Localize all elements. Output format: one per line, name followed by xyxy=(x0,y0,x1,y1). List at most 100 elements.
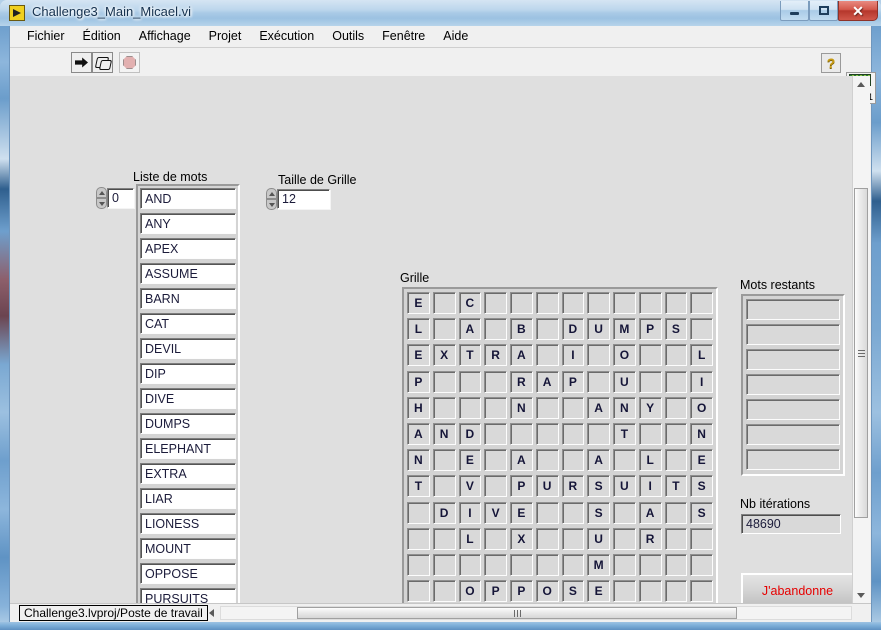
letter-grid[interactable]: ECLABDUMPSEXTRAIOLPRAPUIHNANYOANDTNNEAAL… xyxy=(402,287,718,604)
grid-cell[interactable]: S xyxy=(561,580,585,603)
grid-cell[interactable] xyxy=(535,501,559,524)
grid-cell[interactable] xyxy=(561,292,585,314)
grid-cell[interactable] xyxy=(613,580,636,603)
grid-cell[interactable] xyxy=(690,292,713,314)
grid-cell[interactable] xyxy=(510,422,533,445)
index-spinner-up[interactable] xyxy=(96,187,107,198)
index-spinner[interactable] xyxy=(96,187,107,209)
grid-cell[interactable]: A xyxy=(458,318,482,341)
grid-cell[interactable]: M xyxy=(587,553,610,576)
grid-cell[interactable] xyxy=(690,553,713,576)
grid-cell[interactable] xyxy=(664,344,688,367)
grid-cell[interactable]: R xyxy=(561,475,585,498)
grid-cell[interactable] xyxy=(432,396,456,419)
wordlist-item[interactable]: LIONESS xyxy=(140,513,236,534)
grid-cell[interactable]: A xyxy=(587,396,610,419)
grid-cell[interactable] xyxy=(638,553,662,576)
grid-cell[interactable] xyxy=(535,318,559,341)
abandon-button[interactable]: J'abandonne xyxy=(741,573,854,604)
wordlist-item[interactable]: DIP xyxy=(140,363,236,384)
grid-cell[interactable] xyxy=(638,422,662,445)
grid-cell[interactable] xyxy=(664,292,688,314)
index-input[interactable]: 0 xyxy=(107,188,134,208)
index-spinner-down[interactable] xyxy=(96,198,107,209)
menu-edition[interactable]: Édition xyxy=(74,26,130,47)
grid-cell[interactable] xyxy=(561,501,585,524)
wordlist-item[interactable]: AND xyxy=(140,188,236,209)
grid-cell[interactable]: L xyxy=(458,527,482,550)
grid-cell[interactable] xyxy=(484,527,507,550)
grid-cell[interactable]: E xyxy=(458,449,482,472)
grid-cell[interactable]: E xyxy=(407,292,430,314)
grid-cell[interactable] xyxy=(664,449,688,472)
grid-cell[interactable]: E xyxy=(690,449,713,472)
grid-cell[interactable]: T xyxy=(458,344,482,367)
wordlist-item[interactable]: OPPOSE xyxy=(140,563,236,584)
grid-cell[interactable] xyxy=(587,292,610,314)
grid-cell[interactable]: S xyxy=(664,318,688,341)
grid-cell[interactable]: R xyxy=(638,527,662,550)
wordlist-item[interactable]: DUMPS xyxy=(140,413,236,434)
grid-cell[interactable]: O xyxy=(458,580,482,603)
scroll-up-button[interactable] xyxy=(853,76,869,93)
title-bar[interactable]: Challenge3_Main_Micael.vi ✕ xyxy=(0,0,881,26)
grid-cell[interactable]: A xyxy=(587,449,610,472)
grid-cell[interactable]: X xyxy=(510,527,533,550)
grid-cell[interactable] xyxy=(664,501,688,524)
grid-cell[interactable]: C xyxy=(458,292,482,314)
grid-cell[interactable] xyxy=(484,396,507,419)
grid-cell[interactable] xyxy=(407,580,430,603)
grid-size-spinner[interactable] xyxy=(266,188,277,210)
grid-cell[interactable]: I xyxy=(690,370,713,393)
grid-cell[interactable]: T xyxy=(407,475,430,498)
grid-cell[interactable]: S xyxy=(587,501,610,524)
grid-cell[interactable] xyxy=(561,527,585,550)
grid-cell[interactable] xyxy=(638,292,662,314)
wordlist-item[interactable]: ASSUME xyxy=(140,263,236,284)
run-continuously-button[interactable] xyxy=(92,52,113,73)
remaining-words-array[interactable] xyxy=(741,294,845,476)
grid-cell[interactable]: A xyxy=(407,422,430,445)
grid-cell[interactable] xyxy=(458,396,482,419)
grid-cell[interactable] xyxy=(432,370,456,393)
scroll-down-button[interactable] xyxy=(853,587,869,604)
menu-outils[interactable]: Outils xyxy=(323,26,373,47)
grid-cell[interactable]: R xyxy=(484,344,507,367)
grid-cell[interactable]: P xyxy=(638,318,662,341)
grid-cell[interactable]: O xyxy=(535,580,559,603)
grid-cell[interactable] xyxy=(458,553,482,576)
grid-cell[interactable]: H xyxy=(407,396,430,419)
menu-aide[interactable]: Aide xyxy=(434,26,477,47)
wordlist-item[interactable]: LIAR xyxy=(140,488,236,509)
grid-cell[interactable] xyxy=(484,475,507,498)
grid-cell[interactable] xyxy=(613,501,636,524)
grid-cell[interactable]: A xyxy=(510,344,533,367)
grid-cell[interactable] xyxy=(484,318,507,341)
maximize-button[interactable] xyxy=(809,1,838,21)
menu-projet[interactable]: Projet xyxy=(200,26,251,47)
grid-size-input[interactable]: 12 xyxy=(277,189,330,209)
grid-cell[interactable]: O xyxy=(690,396,713,419)
grid-cell[interactable] xyxy=(664,370,688,393)
grid-cell[interactable] xyxy=(587,344,610,367)
grid-cell[interactable]: U xyxy=(613,475,636,498)
grid-cell[interactable]: Y xyxy=(638,396,662,419)
grid-cell[interactable]: S xyxy=(690,475,713,498)
grid-cell[interactable]: N xyxy=(690,422,713,445)
grid-cell[interactable]: I xyxy=(458,501,482,524)
grid-cell[interactable] xyxy=(432,527,456,550)
abort-execution-button[interactable] xyxy=(119,52,140,73)
grid-cell[interactable] xyxy=(613,527,636,550)
grid-cell[interactable]: U xyxy=(587,527,610,550)
grid-cell[interactable] xyxy=(407,501,430,524)
grid-cell[interactable] xyxy=(613,449,636,472)
grid-cell[interactable] xyxy=(690,580,713,603)
grid-cell[interactable]: O xyxy=(613,344,636,367)
grid-cell[interactable] xyxy=(407,553,430,576)
grid-cell[interactable] xyxy=(432,580,456,603)
grid-cell[interactable] xyxy=(561,449,585,472)
grid-cell[interactable] xyxy=(535,449,559,472)
grid-cell[interactable] xyxy=(638,370,662,393)
grid-cell[interactable]: R xyxy=(510,370,533,393)
grid-cell[interactable] xyxy=(535,527,559,550)
